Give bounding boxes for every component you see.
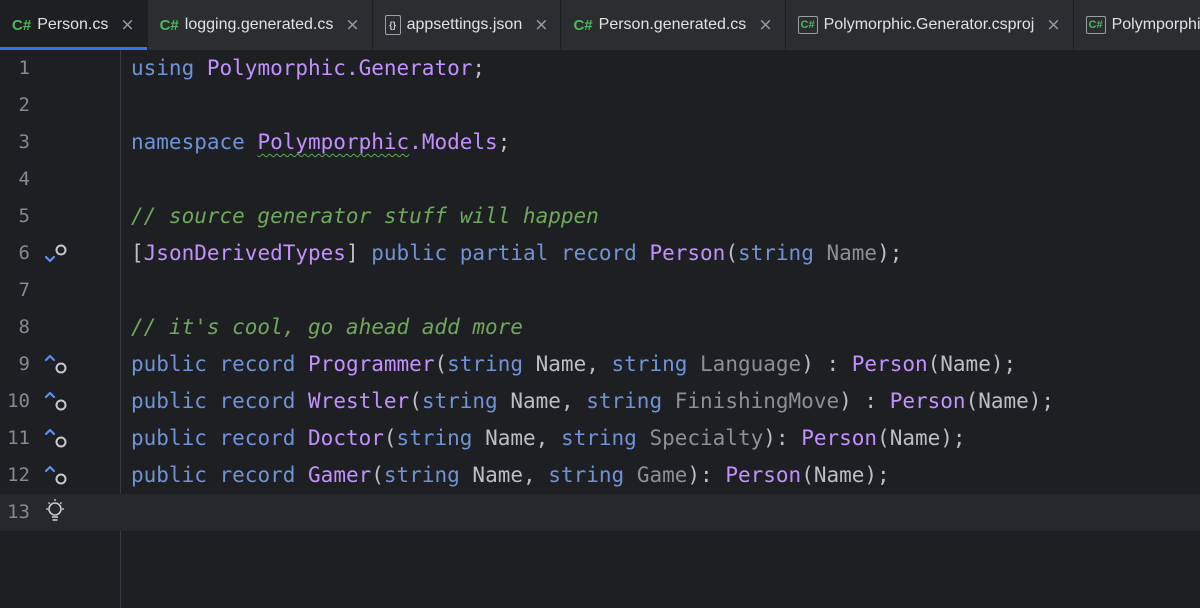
tab-person-generated-cs[interactable]: C# Person.generated.cs × bbox=[561, 0, 786, 50]
line-number: 5 bbox=[18, 205, 30, 227]
close-icon[interactable]: × bbox=[1046, 15, 1060, 35]
json-file-icon: {} bbox=[384, 15, 401, 35]
implements-up-icon[interactable] bbox=[42, 420, 72, 457]
code-line-2[interactable]: 2 bbox=[0, 87, 1200, 124]
code-line-13[interactable]: 13 bbox=[0, 494, 1200, 531]
implements-up-icon[interactable] bbox=[42, 346, 72, 383]
csproj-file-icon: C# bbox=[1085, 16, 1106, 34]
code-text: public record Gamer(string Name, string … bbox=[131, 463, 890, 487]
code-text: public record Doctor(string Name, string… bbox=[131, 426, 966, 450]
tab-appsettings-json[interactable]: {} appsettings.json × bbox=[373, 0, 562, 50]
code-editor[interactable]: 1 using Polymorphic.Generator; 2 3 names… bbox=[0, 50, 1200, 608]
code-line-11[interactable]: 11 public record Doctor(string Name, str… bbox=[0, 420, 1200, 457]
code-line-7[interactable]: 7 bbox=[0, 272, 1200, 309]
ide-window: C# Person.cs × C# logging.generated.cs ×… bbox=[0, 0, 1200, 608]
tab-label: Person.generated.cs bbox=[598, 16, 747, 33]
typo-warning-squiggle: Polymporphic bbox=[257, 130, 410, 154]
implemented-down-icon[interactable] bbox=[42, 235, 72, 272]
code-line-9[interactable]: 9 public record Programmer(string Name, … bbox=[0, 346, 1200, 383]
code-text: public record Programmer(string Name, st… bbox=[131, 352, 1017, 376]
code-line-6[interactable]: 6 [JsonDerivedTypes] public partial reco… bbox=[0, 235, 1200, 272]
close-icon[interactable]: × bbox=[534, 15, 548, 35]
csproj-file-icon: C# bbox=[797, 16, 818, 34]
line-number: 12 bbox=[7, 464, 30, 486]
close-icon[interactable]: × bbox=[758, 15, 772, 35]
code-line-1[interactable]: 1 using Polymorphic.Generator; bbox=[0, 50, 1200, 87]
code-text: public record Wrestler(string Name, stri… bbox=[131, 389, 1055, 413]
tab-label: appsettings.json bbox=[406, 16, 523, 33]
line-number: 4 bbox=[18, 168, 30, 190]
code-text: [JsonDerivedTypes] public partial record… bbox=[131, 241, 903, 265]
csharp-file-icon: C# bbox=[12, 16, 32, 34]
csharp-file-icon: C# bbox=[159, 16, 179, 34]
csharp-file-icon: C# bbox=[573, 16, 593, 34]
line-number: 8 bbox=[18, 316, 30, 338]
line-number: 13 bbox=[7, 501, 30, 523]
line-number: 7 bbox=[18, 279, 30, 301]
code-line-10[interactable]: 10 public record Wrestler(string Name, s… bbox=[0, 383, 1200, 420]
code-comment: // it's cool, go ahead add more bbox=[131, 315, 523, 339]
line-number: 1 bbox=[18, 57, 30, 79]
line-number: 6 bbox=[18, 242, 30, 264]
code-text: namespace Polymporphic.Models; bbox=[131, 130, 511, 154]
line-number: 11 bbox=[7, 427, 30, 449]
tab-person-cs[interactable]: C# Person.cs × bbox=[0, 0, 148, 50]
tab-label: logging.generated.cs bbox=[184, 16, 334, 33]
code-line-3[interactable]: 3 namespace Polymporphic.Models; bbox=[0, 124, 1200, 161]
close-icon[interactable]: × bbox=[345, 15, 359, 35]
tab-label: Polymporphic.cs bbox=[1111, 16, 1200, 33]
tab-label: Person.cs bbox=[37, 16, 109, 33]
code-comment: // source generator stuff will happen bbox=[131, 204, 599, 228]
editor-tab-bar: C# Person.cs × C# logging.generated.cs ×… bbox=[0, 0, 1200, 51]
tab-logging-generated-cs[interactable]: C# logging.generated.cs × bbox=[148, 0, 373, 50]
code-text: using Polymorphic.Generator; bbox=[131, 56, 486, 80]
code-line-5[interactable]: 5 // source generator stuff will happen bbox=[0, 198, 1200, 235]
line-number: 3 bbox=[18, 131, 30, 153]
line-number: 10 bbox=[7, 390, 30, 412]
code-line-12[interactable]: 12 public record Gamer(string Name, stri… bbox=[0, 457, 1200, 494]
line-number: 2 bbox=[18, 94, 30, 116]
code-line-4[interactable]: 4 bbox=[0, 161, 1200, 198]
close-icon[interactable]: × bbox=[120, 15, 134, 35]
tab-polymporphic-cs[interactable]: C# Polymporphic.cs bbox=[1074, 0, 1200, 50]
line-number: 9 bbox=[18, 353, 30, 375]
implements-up-icon[interactable] bbox=[42, 383, 72, 420]
implements-up-icon[interactable] bbox=[42, 457, 72, 494]
tab-label: Polymorphic.Generator.csproj bbox=[823, 16, 1035, 33]
lightbulb-icon[interactable] bbox=[42, 494, 72, 531]
tab-polymorphic-generator-csproj[interactable]: C# Polymorphic.Generator.csproj × bbox=[786, 0, 1074, 50]
code-line-8[interactable]: 8 // it's cool, go ahead add more bbox=[0, 309, 1200, 346]
